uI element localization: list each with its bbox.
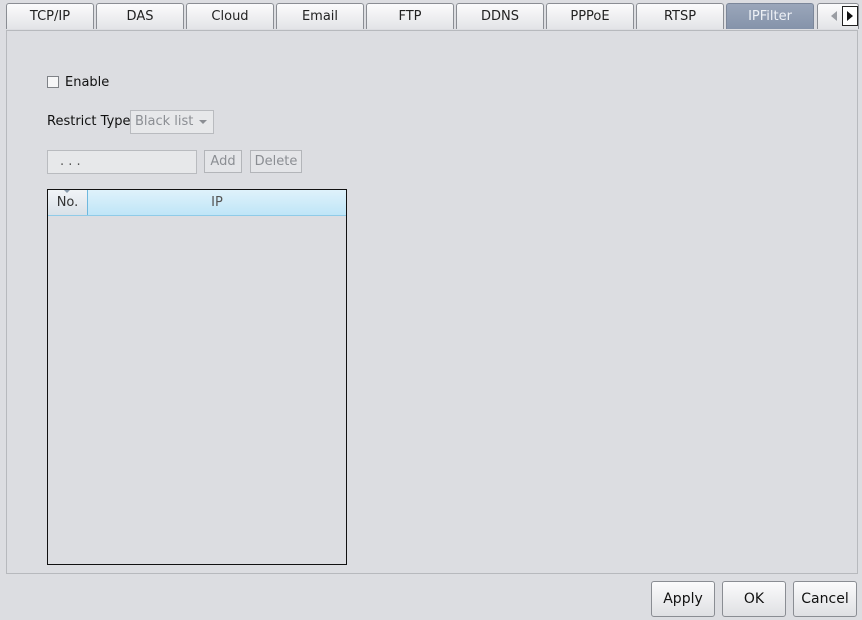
tab-scroll-right-button[interactable] [842,6,858,26]
tab-pppoe[interactable]: PPPoE [546,3,634,29]
add-button[interactable]: Add [204,150,242,173]
ip-address-input[interactable]: . . . [47,150,197,174]
column-header-no-label: No. [56,195,79,210]
table-header: No. IP [48,190,346,216]
ip-list-table[interactable]: No. IP [47,189,347,565]
ok-button[interactable]: OK [722,581,786,617]
enable-label: Enable [65,75,110,90]
tab-rtsp[interactable]: RTSP [636,3,724,29]
tab-ddns[interactable]: DDNS [456,3,544,29]
cancel-button[interactable]: Cancel [793,581,857,617]
arrow-right-icon [847,11,853,21]
column-header-ip-label: IP [211,195,223,210]
sort-indicator-icon [64,190,70,193]
column-header-no[interactable]: No. [48,190,88,215]
tab-email[interactable]: Email [276,3,364,29]
tab-ipfilter[interactable]: IPFilter [726,3,814,29]
apply-button[interactable]: Apply [651,581,715,617]
tab-das[interactable]: DAS [96,3,184,29]
delete-button[interactable]: Delete [250,150,302,173]
tab-tcpip[interactable]: TCP/IP [6,3,94,29]
restrict-type-value: Black list [135,114,194,129]
arrow-left-icon[interactable] [831,11,837,21]
enable-checkbox[interactable] [47,76,59,88]
column-header-ip[interactable]: IP [88,190,346,215]
tab-bar: TCP/IP DAS Cloud Email FTP DDNS PPPoE RT… [0,0,862,31]
tab-scroll-controls [817,3,859,29]
tab-cloud[interactable]: Cloud [186,3,274,29]
chevron-down-icon [199,120,207,124]
tab-ftp[interactable]: FTP [366,3,454,29]
restrict-type-select[interactable]: Black list [130,110,214,134]
restrict-type-label: Restrict Type [47,114,131,129]
